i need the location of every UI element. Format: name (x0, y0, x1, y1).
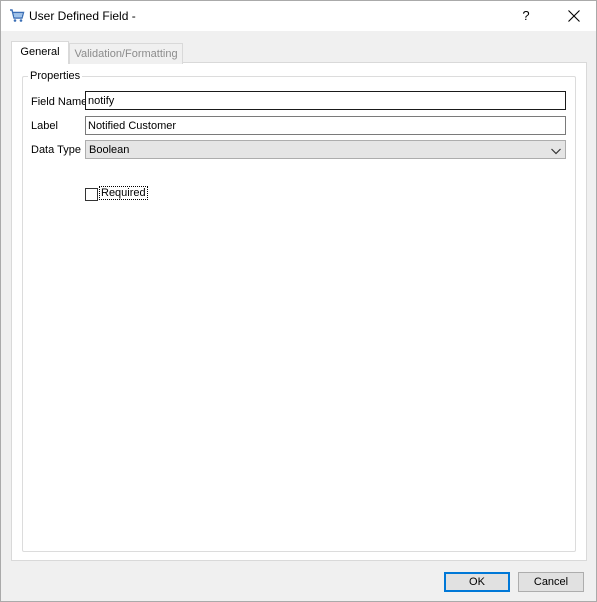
title-bar: User Defined Field - ? (1, 1, 596, 31)
required-checkbox[interactable] (85, 188, 98, 201)
cart-icon (9, 8, 25, 24)
field-name-label: Field Name (31, 96, 88, 108)
tab-general[interactable]: General (11, 41, 69, 64)
label-input[interactable] (85, 116, 566, 135)
label-label: Label (31, 120, 58, 132)
data-type-select[interactable]: Boolean (85, 140, 566, 159)
close-icon (568, 10, 580, 22)
window-title: User Defined Field - (29, 9, 136, 23)
data-type-value: Boolean (89, 144, 130, 156)
data-type-label: Data Type (31, 144, 81, 156)
chevron-down-icon (551, 146, 561, 158)
help-button[interactable]: ? (511, 1, 541, 31)
field-name-input[interactable] (85, 91, 566, 110)
required-label[interactable]: Required (99, 186, 148, 200)
close-button[interactable] (557, 1, 591, 31)
properties-group-label: Properties (28, 70, 83, 82)
ok-button[interactable]: OK (444, 572, 510, 592)
dialog-window: User Defined Field - ? General Validatio… (0, 0, 597, 602)
tab-validation-formatting[interactable]: Validation/Formatting (69, 43, 183, 64)
cancel-button[interactable]: Cancel (518, 572, 584, 592)
